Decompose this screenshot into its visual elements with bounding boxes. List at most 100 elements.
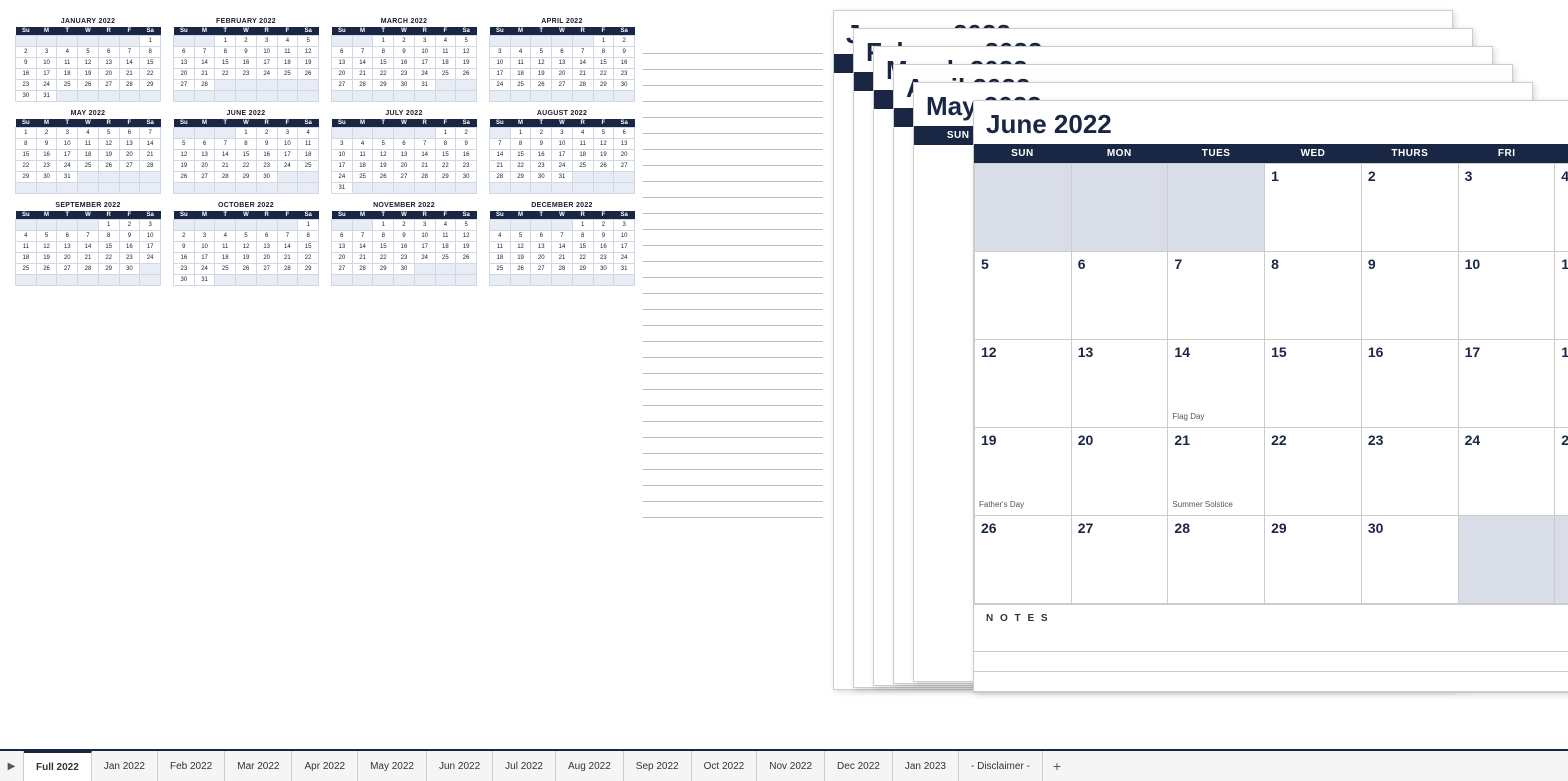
mini-month-0: JANUARY 2022SuMTWRFSa1234567891011121314… (15, 18, 161, 102)
mini-month-title-11: DECEMBER 2022 (489, 202, 635, 209)
main-area: JANUARY 2022SuMTWRFSa1234567891011121314… (0, 0, 1568, 749)
mini-month-title-10: NOVEMBER 2022 (331, 202, 477, 209)
june-day-number: 1 (1271, 168, 1355, 184)
tab-bar: ▶ Full 2022Jan 2022Feb 2022Mar 2022Apr 2… (0, 749, 1568, 781)
june-day-number: 30 (1368, 520, 1452, 536)
june-notes-line (974, 632, 1568, 652)
june-day-number: 8 (1271, 256, 1355, 272)
notes-line (643, 374, 823, 390)
june-day-number: 12 (981, 344, 1065, 360)
june-day-number: 11 (1561, 256, 1568, 272)
notes-line (643, 406, 823, 422)
tab-item-6[interactable]: Jun 2022 (427, 751, 493, 781)
june-cell: 26 (975, 516, 1072, 604)
june-header-cell: TUES (1168, 144, 1265, 163)
june-day-number: 27 (1078, 520, 1162, 536)
notes-line (643, 166, 823, 182)
tab-item-2[interactable]: Feb 2022 (158, 751, 225, 781)
june-header-cell: SAT (1555, 144, 1568, 163)
notes-line (643, 246, 823, 262)
june-cell: 2 (1362, 164, 1459, 252)
tab-item-9[interactable]: Sep 2022 (624, 751, 692, 781)
june-event-label: Summer Solstice (1172, 500, 1232, 509)
notes-line (643, 310, 823, 326)
june-day-number: 26 (981, 520, 1065, 536)
june-header-cell: WED (1265, 144, 1362, 163)
june-day-number: 10 (1465, 256, 1549, 272)
june-cell: 4 (1555, 164, 1568, 252)
june-day-number: 6 (1078, 256, 1162, 272)
notes-line (643, 182, 823, 198)
june-cell: 30 (1362, 516, 1459, 604)
june-day-number: 24 (1465, 432, 1549, 448)
mini-month-title-2: MARCH 2022 (331, 18, 477, 25)
june-cell: 5 (975, 252, 1072, 340)
mini-month-6: JULY 2022SuMTWRFSa1234567891011121314151… (331, 110, 477, 194)
mini-month-1: FEBRUARY 2022SuMTWRFSa123456789101112131… (173, 18, 319, 102)
june-event-label: Father's Day (979, 500, 1024, 509)
mini-month-5: JUNE 2022SuMTWRFSa1234567891011121314151… (173, 110, 319, 194)
june-cell: 15 (1265, 340, 1362, 428)
tab-item-7[interactable]: Jul 2022 (493, 751, 556, 781)
tab-prev-arrow[interactable]: ▶ (0, 751, 24, 781)
tab-item-11[interactable]: Nov 2022 (757, 751, 825, 781)
notes-line (643, 118, 823, 134)
tab-item-3[interactable]: Mar 2022 (225, 751, 292, 781)
tab-item-14[interactable]: - Disclaimer - (959, 751, 1043, 781)
notes-line (643, 38, 823, 54)
mini-month-title-5: JUNE 2022 (173, 110, 319, 117)
june-cell: 11 (1555, 252, 1568, 340)
tab-item-5[interactable]: May 2022 (358, 751, 427, 781)
june-notes-line (974, 652, 1568, 672)
mini-month-4: MAY 2022SuMTWRFSa12345678910111213141516… (15, 110, 161, 194)
june-day-number: 20 (1078, 432, 1162, 448)
notes-line (643, 278, 823, 294)
june-header-cell: THURS (1361, 144, 1458, 163)
june-cell (975, 164, 1072, 252)
mini-month-10: NOVEMBER 2022SuMTWRFSa123456789101112131… (331, 202, 477, 286)
notes-line (643, 198, 823, 214)
june-card-title: June 2022 (974, 101, 1568, 144)
tab-item-12[interactable]: Dec 2022 (825, 751, 893, 781)
mini-month-11: DECEMBER 2022SuMTWRFSa123456789101112131… (489, 202, 635, 286)
june-day-number: 14 (1174, 344, 1258, 360)
june-notes-label: N O T E S (974, 604, 1568, 632)
june-notes-line (974, 672, 1568, 692)
notes-line (643, 102, 823, 118)
june-cell (1459, 516, 1556, 604)
june-day-number: 9 (1368, 256, 1452, 272)
tab-item-10[interactable]: Oct 2022 (692, 751, 758, 781)
june-cell: 27 (1072, 516, 1169, 604)
notes-line (643, 422, 823, 438)
tab-item-4[interactable]: Apr 2022 (292, 751, 358, 781)
june-cell: 16 (1362, 340, 1459, 428)
notes-line (643, 454, 823, 470)
june-cell: 6 (1072, 252, 1169, 340)
june-cell: 23 (1362, 428, 1459, 516)
june-event-label: Flag Day (1172, 412, 1204, 421)
june-cell: 17 (1459, 340, 1556, 428)
june-header-cell: SUN (974, 144, 1071, 163)
june-cell (1168, 164, 1265, 252)
mini-month-2: MARCH 2022SuMTWRFSa123456789101112131415… (331, 18, 477, 102)
june-day-number: 16 (1368, 344, 1452, 360)
june-cell: 14 Flag Day (1168, 340, 1265, 428)
tab-item-8[interactable]: Aug 2022 (556, 751, 624, 781)
june-cell: 18 (1555, 340, 1568, 428)
notes-line (643, 390, 823, 406)
june-day-number: 29 (1271, 520, 1355, 536)
mini-month-8: SEPTEMBER 2022SuMTWRFSa12345678910111213… (15, 202, 161, 286)
june-cell: 10 (1459, 252, 1556, 340)
june-day-number: 3 (1465, 168, 1549, 184)
june-day-number: 19 (981, 432, 1065, 448)
notes-line (643, 502, 823, 518)
tab-item-1[interactable]: Jan 2022 (92, 751, 158, 781)
notes-line (643, 70, 823, 86)
notes-line (643, 214, 823, 230)
annual-section: JANUARY 2022SuMTWRFSa1234567891011121314… (15, 10, 635, 744)
tab-item-13[interactable]: Jan 2023 (893, 751, 959, 781)
tab-add-button[interactable]: + (1043, 751, 1071, 781)
june-cell: 9 (1362, 252, 1459, 340)
june-day-number: 2 (1368, 168, 1452, 184)
tab-item-0[interactable]: Full 2022 (24, 751, 92, 781)
